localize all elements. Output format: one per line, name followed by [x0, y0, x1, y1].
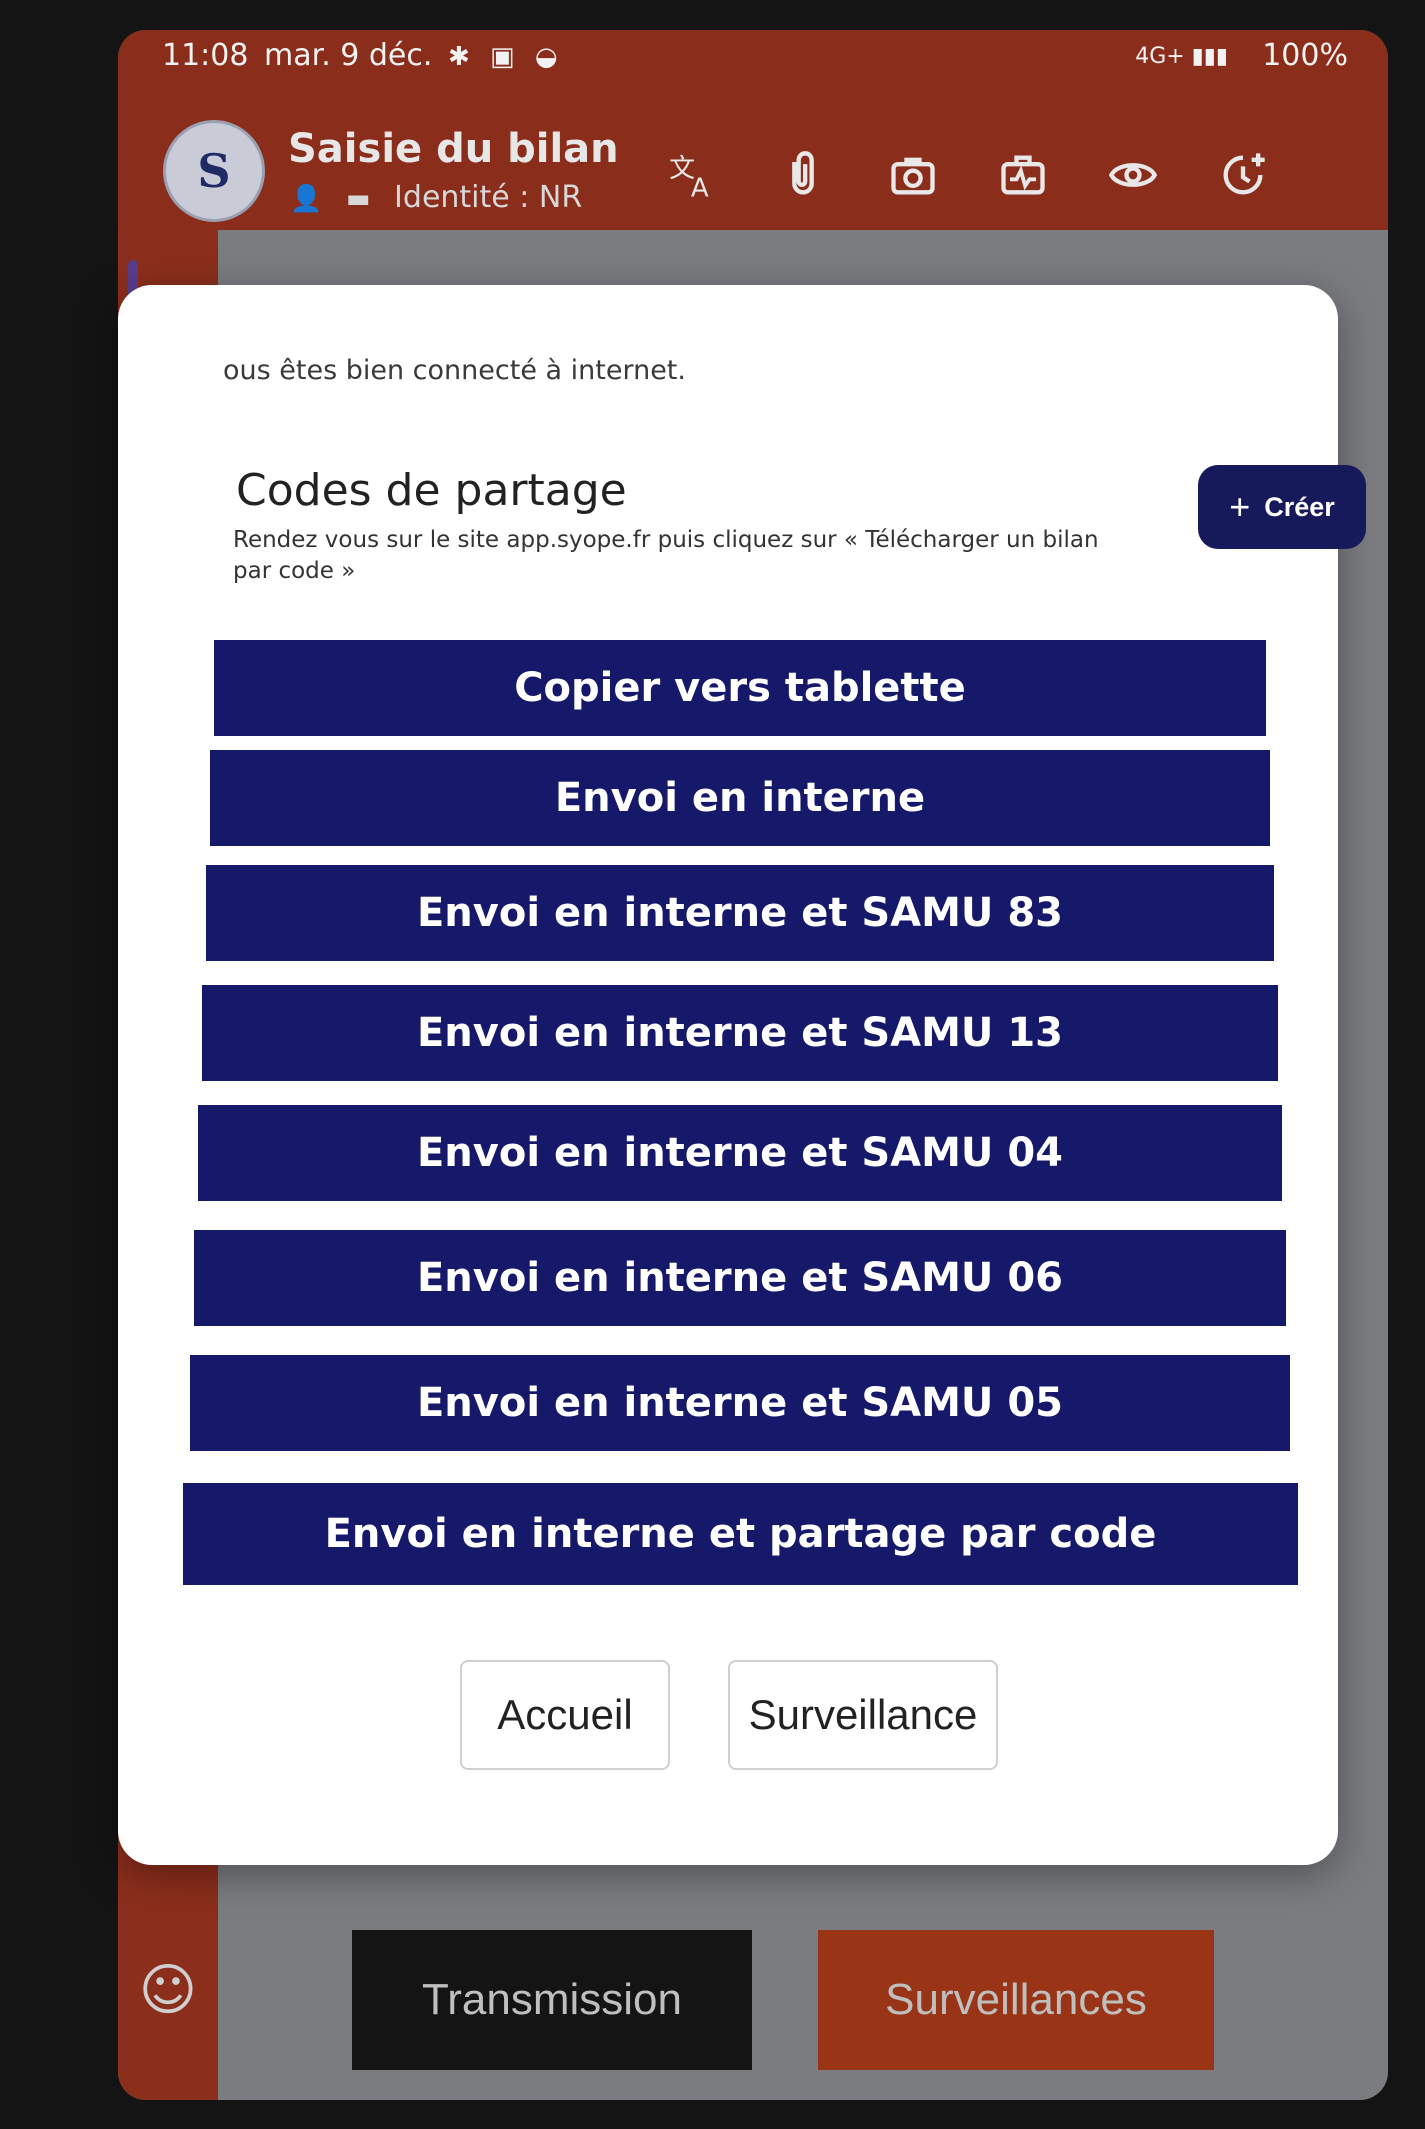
- id-card-icon: ▬: [345, 184, 371, 214]
- attachment-icon[interactable]: [768, 140, 838, 210]
- transmission-button[interactable]: Transmission: [352, 1930, 752, 2070]
- svg-text:A: A: [691, 174, 709, 201]
- send-internal-share-code-button[interactable]: Envoi en interne et partage par code: [183, 1483, 1298, 1585]
- add-timer-icon[interactable]: [1208, 140, 1278, 210]
- signal-icon: 4G+ ▮▮▮: [1135, 44, 1228, 69]
- send-internal-samu83-button[interactable]: Envoi en interne et SAMU 83: [206, 865, 1274, 961]
- status-bar: 11:08 mar. 9 déc. ✱ ▣ ◒ 4G+ ▮▮▮ 100%: [118, 30, 1388, 86]
- send-internal-samu06-button[interactable]: Envoi en interne et SAMU 06: [194, 1230, 1286, 1326]
- send-internal-samu04-button[interactable]: Envoi en interne et SAMU 04: [198, 1105, 1282, 1201]
- camera-icon[interactable]: [878, 140, 948, 210]
- person-icon: 👤: [290, 184, 323, 214]
- surveillances-button[interactable]: Surveillances: [818, 1930, 1214, 2070]
- send-internal-samu05-button[interactable]: Envoi en interne et SAMU 05: [190, 1355, 1290, 1451]
- app-bar: 11:08 mar. 9 déc. ✱ ▣ ◒ 4G+ ▮▮▮ 100% S S…: [118, 30, 1388, 230]
- surveillance-button[interactable]: Surveillance: [728, 1660, 998, 1770]
- battery-level: 100%: [1262, 38, 1348, 73]
- send-internal-button[interactable]: Envoi en interne: [210, 750, 1270, 846]
- send-internal-samu13-button[interactable]: Envoi en interne et SAMU 13: [202, 985, 1278, 1081]
- notification-icons: ✱ ▣ ◒: [448, 42, 564, 72]
- share-dialog: ous êtes bien connecté à internet. Codes…: [118, 285, 1366, 1865]
- copy-to-tablet-button[interactable]: Copier vers tablette: [214, 640, 1266, 736]
- app-logo[interactable]: S: [163, 120, 265, 222]
- baby-icon[interactable]: ☺: [118, 1910, 218, 2070]
- status-date: mar. 9 déc.: [264, 38, 433, 73]
- home-button[interactable]: Accueil: [460, 1660, 670, 1770]
- medical-case-icon[interactable]: [988, 140, 1058, 210]
- codes-description: Rendez vous sur le site app.syope.fr pui…: [233, 527, 1099, 584]
- page-title: Saisie du bilan: [288, 126, 619, 172]
- identity-line: 👤 ▬ Identité : NR: [290, 180, 582, 215]
- create-label: Créer: [1264, 491, 1335, 522]
- eye-icon[interactable]: [1098, 140, 1168, 210]
- codes-title: Codes de partage: [236, 465, 627, 516]
- translate-icon[interactable]: 文A: [658, 140, 728, 210]
- logo-letter: S: [197, 144, 231, 198]
- identity-label: Identité : NR: [394, 180, 583, 215]
- connection-note: ous êtes bien connecté à internet.: [223, 355, 686, 386]
- plus-icon: +: [1229, 486, 1251, 527]
- create-code-button[interactable]: + Créer: [1198, 465, 1366, 549]
- status-time: 11:08: [162, 38, 249, 73]
